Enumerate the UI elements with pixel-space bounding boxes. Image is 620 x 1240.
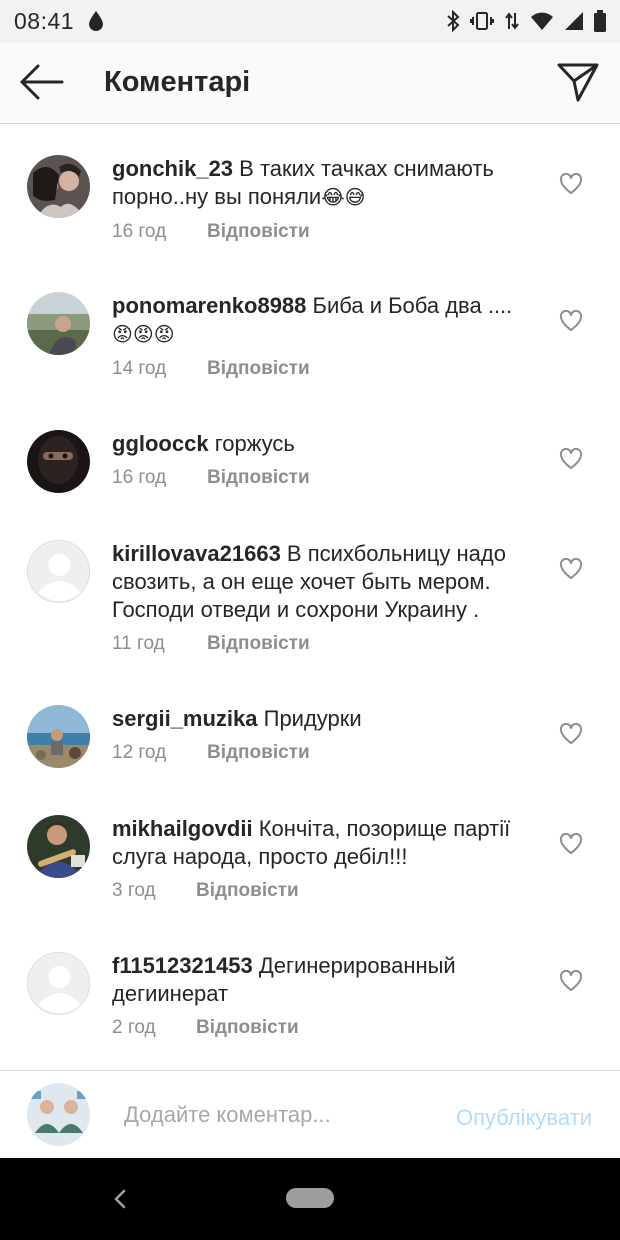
comment-body: sergii_muzika Придурки 12 год Відповісти xyxy=(112,705,542,764)
comment-time: 11 год xyxy=(112,633,165,654)
comment-body: gonchik_23 В таких тачках снимають порно… xyxy=(112,155,542,243)
comment-meta: 12 год Відповісти xyxy=(112,742,542,764)
reply-button[interactable]: Відповісти xyxy=(207,742,310,764)
heart-icon xyxy=(559,447,583,469)
wifi-icon xyxy=(530,11,554,31)
water-drop-icon xyxy=(88,10,104,32)
default-avatar[interactable] xyxy=(27,952,90,1015)
status-bar: 08:41 xyxy=(0,0,620,42)
heart-icon xyxy=(559,969,583,991)
comment-time: 14 год xyxy=(112,358,167,379)
status-icons xyxy=(446,10,606,32)
like-button[interactable] xyxy=(559,832,583,855)
comment-meta: 11 год Відповісти xyxy=(112,633,542,655)
comment-text: gonchik_23 В таких тачках снимають порно… xyxy=(112,155,542,212)
reply-button[interactable]: Відповісти xyxy=(207,358,310,380)
avatar[interactable] xyxy=(27,815,90,878)
comment-meta: 2 год Відповісти xyxy=(112,1017,542,1039)
comment-body: f11512321453 Дегинерированный дегиинерат… xyxy=(112,952,542,1039)
comment-input[interactable] xyxy=(124,1099,424,1131)
like-button[interactable] xyxy=(559,722,583,745)
comment-text: f11512321453 Дегинерированный дегиинерат xyxy=(112,952,542,1008)
battery-icon xyxy=(594,10,606,32)
heart-icon xyxy=(559,722,583,744)
comment-username[interactable]: ponomarenko8988 xyxy=(112,293,306,318)
like-button[interactable] xyxy=(559,557,583,580)
comment-text: ggloocck горжусь xyxy=(112,430,542,458)
comment-username[interactable]: gonchik_23 xyxy=(112,156,233,181)
comment-content: горжусь xyxy=(208,431,295,456)
bluetooth-icon xyxy=(446,10,460,32)
data-arrows-icon xyxy=(504,11,520,31)
comment-time: 3 год xyxy=(112,880,156,901)
comment-username[interactable]: sergii_muzika xyxy=(112,706,258,731)
like-button[interactable] xyxy=(559,969,583,992)
comment-meta: 16 год Відповісти xyxy=(112,221,542,243)
comment-body: ponomarenko8988 Биба и Боба два .... 😡😡😡 … xyxy=(112,292,542,380)
avatar[interactable] xyxy=(27,705,90,768)
comment-text: kirillovava21663 В психбольницу надо сво… xyxy=(112,540,542,624)
app-header: Коментарі xyxy=(0,42,620,124)
comment-text: mikhailgovdii Кончіта, позорище партії с… xyxy=(112,815,542,871)
comment-emoji: 😂😅 xyxy=(321,187,366,209)
heart-icon xyxy=(559,309,583,331)
comment-content: Придурки xyxy=(257,706,362,731)
share-button[interactable] xyxy=(556,60,600,104)
comment-content: Биба и Боба два .... xyxy=(306,293,513,318)
reply-button[interactable]: Відповісти xyxy=(196,880,299,902)
like-button[interactable] xyxy=(559,447,583,470)
my-avatar xyxy=(27,1083,90,1146)
like-button[interactable] xyxy=(559,172,583,195)
comment-text: ponomarenko8988 Биба и Боба два .... 😡😡😡 xyxy=(112,292,542,349)
avatar[interactable] xyxy=(27,155,90,218)
default-avatar[interactable] xyxy=(27,540,90,603)
comment-meta: 3 год Відповісти xyxy=(112,880,542,902)
reply-button[interactable]: Відповісти xyxy=(196,1017,299,1039)
heart-icon xyxy=(559,557,583,579)
comment-emoji: 😡😡😡 xyxy=(112,324,175,346)
system-nav-bar xyxy=(0,1158,620,1240)
home-pill-icon[interactable] xyxy=(286,1188,334,1208)
comment-time: 12 год xyxy=(112,742,167,763)
reply-button[interactable]: Відповісти xyxy=(207,633,310,655)
comment-username[interactable]: f11512321453 xyxy=(112,953,253,978)
arrow-left-icon xyxy=(20,64,64,100)
comment-username[interactable]: mikhailgovdii xyxy=(112,816,253,841)
comment-username[interactable]: kirillovava21663 xyxy=(112,541,281,566)
comment-meta: 14 год Відповісти xyxy=(112,358,542,380)
comment-time: 2 год xyxy=(112,1017,156,1038)
avatar[interactable] xyxy=(27,292,90,355)
comment-text: sergii_muzika Придурки xyxy=(112,705,542,733)
paper-plane-icon xyxy=(557,63,599,102)
comment-body: ggloocck горжусь 16 год Відповісти xyxy=(112,430,542,489)
vibrate-icon xyxy=(470,11,494,31)
avatar[interactable] xyxy=(27,430,90,493)
comment-time: 16 год xyxy=(112,221,167,242)
heart-icon xyxy=(559,172,583,194)
add-comment-bar: Опублікувати xyxy=(0,1070,620,1158)
status-time: 08:41 xyxy=(14,7,75,34)
comment-username[interactable]: ggloocck xyxy=(112,431,209,456)
comment-body: kirillovava21663 В психбольницу надо сво… xyxy=(112,540,542,655)
heart-icon xyxy=(559,832,583,854)
comment-body: mikhailgovdii Кончіта, позорище партії с… xyxy=(112,815,542,902)
like-button[interactable] xyxy=(559,309,583,332)
nav-back-icon[interactable] xyxy=(110,1187,128,1211)
page-title: Коментарі xyxy=(104,66,251,98)
reply-button[interactable]: Відповісти xyxy=(207,467,310,489)
comment-time: 16 год xyxy=(112,467,167,488)
post-button[interactable]: Опублікувати xyxy=(456,1105,592,1131)
back-button[interactable] xyxy=(18,62,64,102)
cell-signal-icon xyxy=(564,11,584,31)
reply-button[interactable]: Відповісти xyxy=(207,221,310,243)
comment-meta: 16 год Відповісти xyxy=(112,467,542,489)
